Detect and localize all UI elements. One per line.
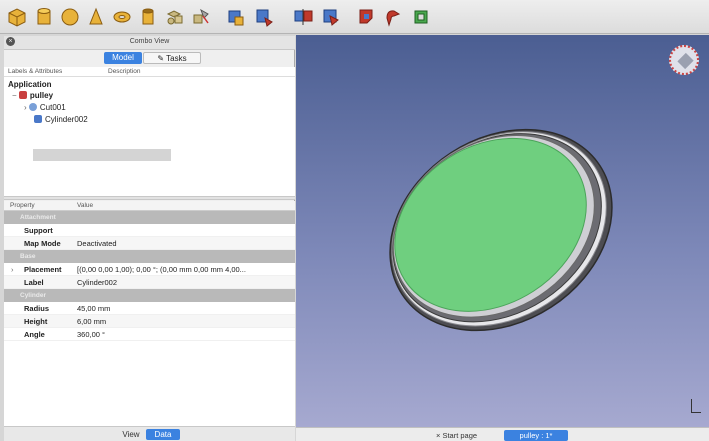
make-face-icon[interactable] [382,6,404,28]
property-name: Label [24,278,44,287]
tree-item-label: Cut001 [39,103,66,112]
property-row-angle[interactable]: Angle 360,00 ° [4,328,295,341]
property-row-map-mode[interactable]: Map Mode Deactivated [4,237,295,250]
mirror-icon[interactable] [292,6,314,28]
extrude-icon[interactable] [225,6,247,28]
cylinder-icon [34,115,42,123]
combo-tabs: Model ✎ Tasks [4,51,295,65]
tree-header-description: Description [108,68,141,75]
document-tabs: × Start page pulley : 1* [296,427,709,441]
navigation-cube-icon[interactable] [669,45,699,75]
property-name: Height [24,317,48,326]
tree-item-pulley[interactable]: − pulley [12,90,53,102]
property-view-tabs: View Data [4,426,295,441]
tab-tasks-label: Tasks [166,54,187,63]
property-name: Placement [24,265,62,274]
property-row-support[interactable]: Support [4,224,295,237]
tree-header-labels: Labels & Attributes [8,68,63,75]
property-value[interactable]: 360,00 ° [77,328,295,341]
fillet-icon[interactable] [320,6,342,28]
property-header: Property Value [4,201,295,211]
sphere-icon[interactable] [59,6,81,28]
toolbar [0,0,709,34]
3d-viewport[interactable] [296,35,709,427]
chamfer-icon[interactable] [355,6,377,28]
document-icon [18,91,27,99]
value-column-header: Value [77,202,94,209]
combo-view-title: Combo View [129,38,170,45]
offset-icon[interactable] [410,6,432,28]
property-row-label[interactable]: Label Cylinder002 [4,276,295,289]
primitives-icon[interactable] [164,6,186,28]
cube-icon[interactable] [6,6,28,28]
pulley-model[interactable] [296,35,709,427]
tree-item-cylinder002[interactable]: Cylinder002 [34,114,88,126]
tab-view[interactable]: View [117,429,145,440]
revolve-icon[interactable] [253,6,275,28]
model-tree: Labels & Attributes Description Applicat… [4,67,295,196]
property-column-header: Property [10,202,35,209]
property-value[interactable]: Deactivated [77,237,295,250]
combo-view-panel: × Combo View Model ✎ Tasks Labels & Attr… [4,36,295,441]
tab-start-page[interactable]: × Start page [436,430,496,441]
group-base[interactable]: Base [4,250,295,263]
property-name: Angle [24,330,45,339]
group-cylinder[interactable]: Cylinder [4,289,295,302]
property-value[interactable]: 6,00 mm [77,315,295,328]
tab-label: Start page [442,431,478,440]
expand-icon[interactable]: › [11,263,14,276]
property-row-placement[interactable]: › Placement [(0,00 0,00 1,00); 0,00 °; (… [4,263,295,276]
torus-icon[interactable] [111,6,133,28]
tree-selection-highlight [33,149,171,161]
axis-cross-icon [691,399,701,413]
tree-item-label: Cylinder002 [45,115,88,124]
property-name: Map Mode [24,239,61,248]
property-value[interactable]: Cylinder002 [77,276,295,289]
property-editor: Property Value Attachment Support Map Mo… [4,201,295,426]
cylinder-icon[interactable] [33,6,55,28]
wrench-icon: ✎ [157,54,167,63]
cone-icon[interactable] [85,6,107,28]
property-value[interactable]: 45,00 mm [77,302,295,315]
group-attachment[interactable]: Attachment [4,211,295,224]
property-row-radius[interactable]: Radius 45,00 mm [4,302,295,315]
property-row-height[interactable]: Height 6,00 mm [4,315,295,328]
tree-item-cut001[interactable]: › Cut001 [24,102,66,114]
tab-model[interactable]: Model [104,52,142,64]
property-name: Support [24,226,53,235]
shape-builder-icon[interactable] [190,6,212,28]
tab-tasks[interactable]: ✎ Tasks [143,52,201,64]
combo-view-titlebar: × Combo View [4,36,295,50]
property-value[interactable]: [(0,00 0,00 1,00); 0,00 °; (0,00 mm 0,00… [77,263,295,276]
panel-splitter[interactable] [4,196,295,200]
cut-icon [28,103,37,111]
tree-header: Labels & Attributes Description [4,67,295,77]
tab-pulley-document[interactable]: pulley : 1* [504,430,568,441]
tree-item-label: pulley [29,91,54,100]
collapse-icon[interactable]: − [12,91,19,100]
property-name: Radius [24,304,50,313]
tube-icon[interactable] [137,6,159,28]
tab-data[interactable]: Data [146,429,180,440]
tree-application: Application [8,80,52,89]
